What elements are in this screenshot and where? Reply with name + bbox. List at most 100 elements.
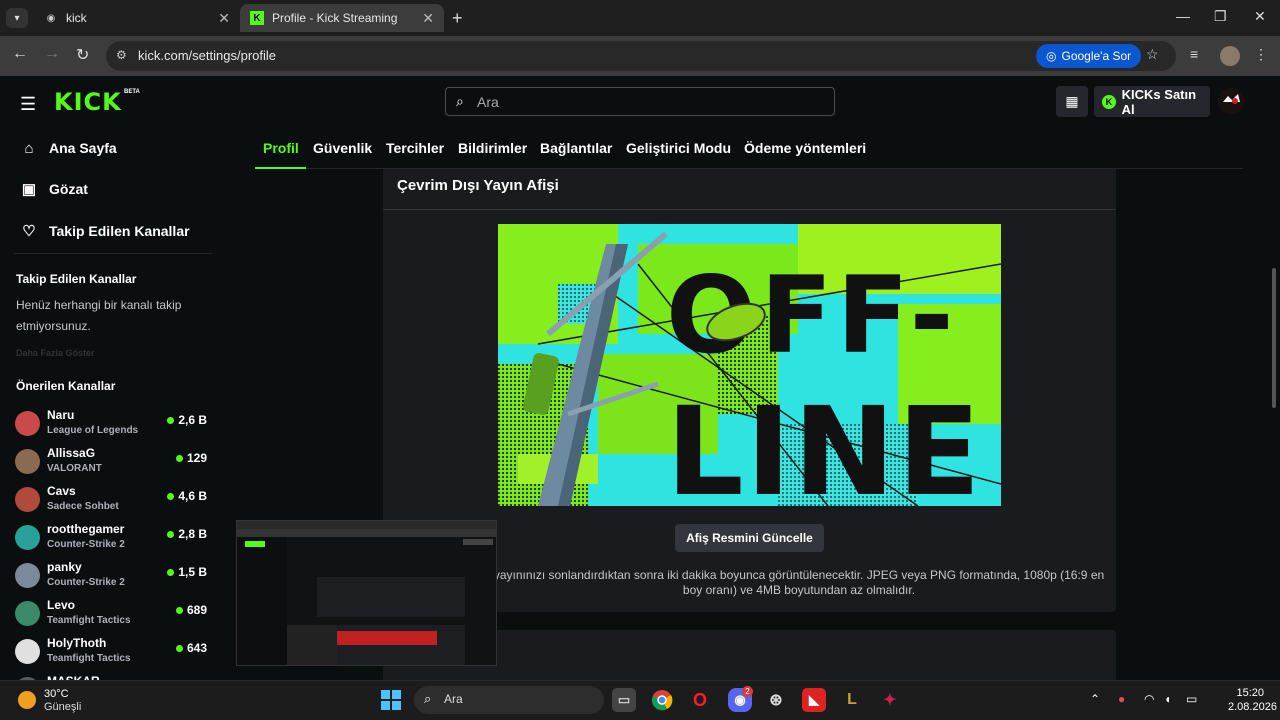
volume-icon[interactable]: ◖	[1164, 692, 1171, 706]
menu-icon[interactable]: ☰	[20, 94, 36, 115]
tab-security[interactable]: Güvenlik	[313, 140, 372, 156]
tab-payment-methods[interactable]: Ödeme yöntemleri	[744, 140, 866, 156]
search-input[interactable]: ⌕ Ara	[445, 87, 835, 116]
tray-overflow-icon[interactable]: ⌃	[1090, 692, 1100, 706]
browser-toolbar: ← → ↻ ⚙ kick.com/settings/profile ◎ Goog…	[0, 36, 1280, 76]
update-banner-button[interactable]: Afiş Resmini Güncelle	[675, 524, 824, 552]
sidebar-item-home[interactable]: ⌂ Ana Sayfa	[20, 136, 116, 160]
channel-avatar	[15, 525, 40, 550]
list-item[interactable]: HolyThoth Teamfight Tactics 643	[15, 636, 215, 674]
page-scrollbar[interactable]	[1272, 268, 1276, 408]
viewer-count: 2,8 B	[167, 527, 207, 541]
offline-banner-art: OFF- LINE	[498, 224, 1001, 506]
live-dot-icon	[167, 530, 175, 538]
windows-taskbar	[0, 680, 1280, 720]
channel-avatar	[15, 487, 40, 512]
address-bar[interactable]: ⚙ kick.com/settings/profile ◎ Google'a S…	[106, 41, 1176, 71]
kick-favicon-icon: K	[250, 11, 264, 25]
tab-search-button[interactable]: ▾	[6, 8, 28, 28]
screen-recording-preview[interactable]	[236, 520, 497, 666]
channel-avatar	[15, 411, 40, 436]
list-item[interactable]: panky Counter-Strike 2 1,5 B	[15, 560, 215, 598]
channel-name: Naru	[47, 408, 75, 422]
steam-icon[interactable]: ⊛	[764, 688, 788, 712]
live-dot-icon	[167, 416, 175, 424]
channel-category: Teamfight Tactics	[47, 653, 131, 664]
banner-text-off: OFF-	[666, 254, 958, 377]
channel-name: Cavs	[47, 484, 76, 498]
list-item[interactable]: rootthegamer Counter-Strike 2 2,8 B	[15, 522, 215, 560]
gift-button[interactable]: ▦	[1056, 86, 1088, 117]
maximize-icon[interactable]: ❐	[1214, 8, 1227, 25]
minimize-icon[interactable]: —	[1176, 8, 1190, 24]
search-icon: ⌕	[456, 93, 464, 109]
followed-empty-text: Henüz herhangi bir kanalı takip etmiyors…	[16, 298, 182, 333]
list-item[interactable]: Levo Teamfight Tactics 689	[15, 598, 215, 636]
channel-name: rootthegamer	[47, 522, 125, 536]
list-item[interactable]: Cavs Sadece Sohbet 4,6 B	[15, 484, 215, 522]
tab-title: Profile - Kick Streaming	[272, 11, 398, 25]
tab-developer-mode[interactable]: Geliştirici Modu	[626, 140, 731, 156]
discord-badge: 2	[742, 686, 753, 697]
league-icon[interactable]: L	[840, 688, 864, 712]
followed-heading: Takip Edilen Kanallar	[16, 272, 137, 286]
bookmark-star-icon[interactable]: ☆	[1146, 46, 1159, 63]
channel-category: Counter-Strike 2	[47, 539, 125, 550]
microphone-icon[interactable]: ●	[1118, 692, 1125, 706]
browser-profile-avatar[interactable]	[1220, 46, 1240, 66]
browser-menu-icon[interactable]: ⋮	[1254, 46, 1268, 63]
settings-tabs: Profil Güvenlik Tercihler Bildirimler Ba…	[255, 128, 1243, 169]
chrome-logo	[652, 690, 673, 711]
tab-connections[interactable]: Bağlantılar	[540, 140, 612, 156]
riot-icon[interactable]: ◣	[802, 688, 826, 712]
reload-icon[interactable]: ↻	[76, 45, 89, 65]
channel-avatar	[15, 601, 40, 626]
list-item[interactable]: Naru League of Legends 2,6 B	[15, 408, 215, 446]
sidebar-item-following[interactable]: ♡ Takip Edilen Kanallar	[20, 219, 189, 243]
heart-icon: ♡	[22, 223, 36, 240]
banner-text-line: LINE	[666, 381, 983, 506]
sidebar: ⌂ Ana Sayfa ▣ Gözat ♡ Takip Edilen Kanal…	[0, 128, 225, 680]
site-info-icon[interactable]: ⚙	[116, 48, 127, 62]
channel-avatar	[15, 639, 40, 664]
taskbar-search-placeholder: Ara	[444, 692, 463, 706]
list-item[interactable]: AllissaG VALORANT 129	[15, 446, 215, 484]
reading-list-icon[interactable]: ≡	[1190, 46, 1198, 62]
battery-icon[interactable]: ▭	[1186, 692, 1197, 706]
channel-category: Teamfight Tactics	[47, 615, 131, 626]
lens-icon: ◎	[1046, 49, 1057, 63]
close-tab-icon[interactable]: ✕	[422, 10, 434, 27]
new-tab-icon[interactable]: +	[452, 8, 463, 29]
channel-avatar	[15, 449, 40, 474]
google-ask-button[interactable]: ◎ Google'a Sor	[1036, 44, 1142, 68]
taskbar-clock[interactable]: 15:20 2.08.2026	[1228, 686, 1277, 714]
avatar-image	[1218, 88, 1244, 114]
tab-profile[interactable]: Profil	[263, 140, 299, 156]
opera-icon[interactable]: O	[688, 688, 712, 712]
back-icon[interactable]: ←	[12, 45, 28, 63]
valorant-icon[interactable]: ✦	[878, 688, 902, 712]
browser-tab-profile[interactable]: K Profile - Kick Streaming ✕	[240, 4, 444, 32]
forward-icon[interactable]: →	[44, 45, 60, 63]
viewer-count: 689	[175, 603, 207, 617]
show-more-link[interactable]: Daha Fazla Göster	[16, 348, 95, 358]
channel-avatar	[15, 563, 40, 588]
live-dot-icon	[175, 454, 183, 462]
kicks-coin-icon: K	[1102, 94, 1116, 109]
sun-icon	[18, 691, 36, 709]
tab-preferences[interactable]: Tercihler	[386, 140, 444, 156]
wifi-icon[interactable]: ◠	[1144, 692, 1154, 706]
chrome-icon[interactable]	[650, 688, 674, 712]
file-explorer-icon[interactable]: ▭	[612, 688, 636, 712]
browser-tab-kick[interactable]: ◉ kick ✕	[34, 4, 240, 32]
windows-start-icon[interactable]	[381, 690, 401, 710]
window-close-icon[interactable]: ✕	[1254, 8, 1266, 25]
tab-notifications[interactable]: Bildirimler	[458, 140, 527, 156]
taskbar-search[interactable]: ⌕ Ara	[414, 686, 604, 714]
buy-kicks-button[interactable]: K KICKs Satın Al	[1094, 86, 1210, 117]
kick-logo[interactable]: KICK	[54, 88, 122, 116]
channel-name: AllissaG	[47, 446, 96, 460]
close-tab-icon[interactable]: ✕	[218, 10, 230, 27]
user-avatar[interactable]	[1218, 88, 1244, 114]
sidebar-item-browse[interactable]: ▣ Gözat	[20, 177, 88, 201]
